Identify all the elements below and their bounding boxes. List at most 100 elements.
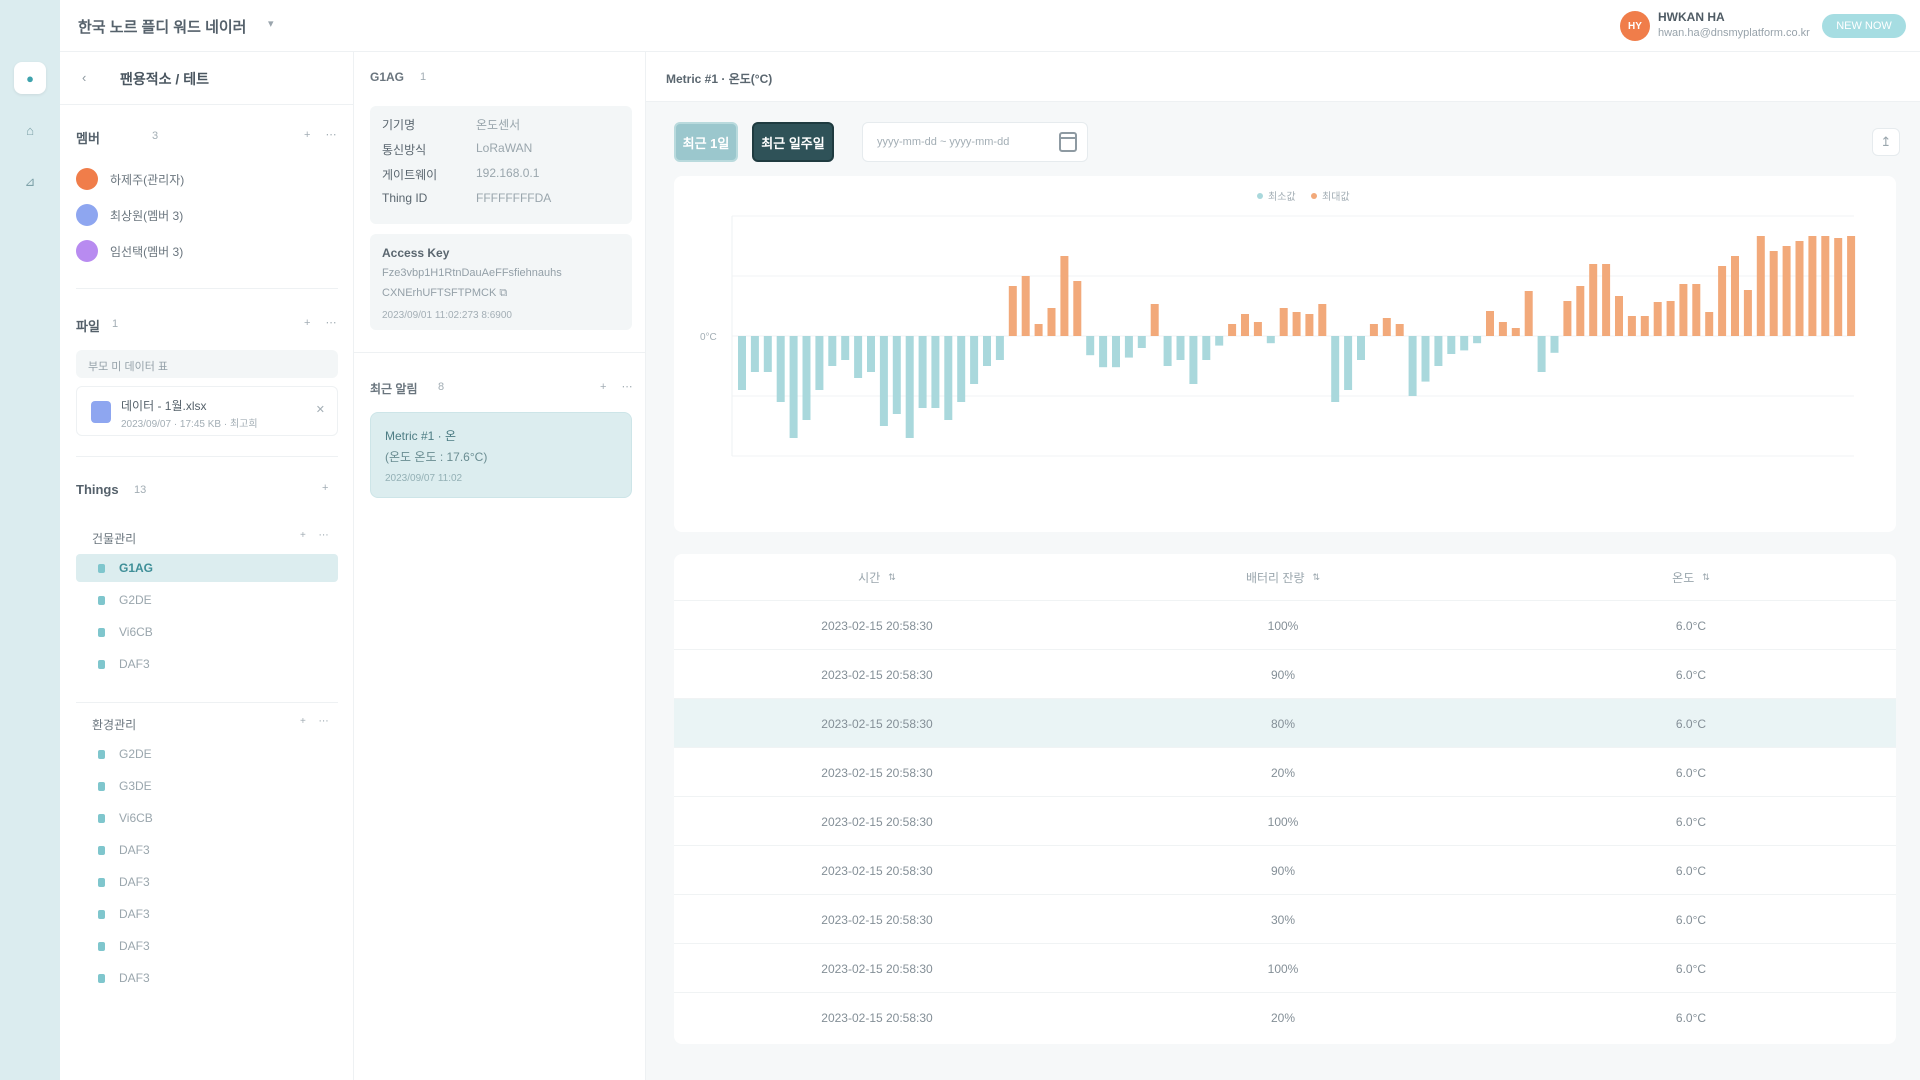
export-button[interactable]: ↥	[1872, 128, 1900, 156]
column-header-temperature[interactable]: 온도 ⇅	[1486, 554, 1896, 600]
chart-bar[interactable]	[828, 336, 837, 366]
chart-bar[interactable]	[1563, 301, 1572, 336]
chart-bar[interactable]	[1705, 312, 1714, 336]
chart-bar[interactable]	[1086, 336, 1095, 356]
filter-recent-week-button[interactable]: 최근 일주일	[752, 122, 834, 162]
chart-bar[interactable]	[1228, 324, 1237, 336]
chart-bar[interactable]	[1060, 256, 1069, 336]
chart-bar[interactable]	[1821, 236, 1830, 336]
chart-bar[interactable]	[802, 336, 811, 420]
chart-bar[interactable]	[931, 336, 940, 408]
filter-recent-day-button[interactable]: 최근 1일	[674, 122, 738, 162]
chart-bar[interactable]	[1253, 322, 1262, 336]
tree-item[interactable]: DAF3	[76, 836, 338, 864]
tree-item[interactable]: DAF3	[76, 932, 338, 960]
back-icon[interactable]: ‹	[82, 70, 86, 85]
tree-item[interactable]: G3DE	[76, 772, 338, 800]
chart-bar[interactable]	[879, 336, 888, 426]
chart-bar[interactable]	[1511, 328, 1520, 336]
chart-bar[interactable]	[763, 336, 772, 372]
tree-item[interactable]: G1AG	[76, 554, 338, 582]
chart-bar[interactable]	[1137, 336, 1146, 348]
table-row[interactable]: 2023-02-15 20:58:30 20% 6.0°C	[674, 747, 1896, 796]
chart-bar[interactable]	[1150, 304, 1159, 336]
tree-item[interactable]: DAF3	[76, 900, 338, 928]
chart-bar[interactable]	[854, 336, 863, 378]
table-row[interactable]: 2023-02-15 20:58:30 100% 6.0°C	[674, 796, 1896, 845]
add-thing-button[interactable]: +	[322, 482, 334, 494]
tree-item[interactable]: DAF3	[76, 868, 338, 896]
chart-bar[interactable]	[1202, 336, 1211, 360]
tree-item[interactable]: Vi6CB	[76, 618, 338, 646]
tree-item[interactable]: DAF3	[76, 650, 338, 678]
chart-bar[interactable]	[1434, 336, 1443, 366]
chart-bar[interactable]	[1769, 251, 1778, 336]
chart-bar[interactable]	[1782, 246, 1791, 336]
chart-bar[interactable]	[1124, 336, 1133, 358]
avatar[interactable]: HY	[1620, 11, 1650, 41]
chart-bar[interactable]	[1176, 336, 1185, 360]
chart-bar[interactable]	[1382, 318, 1391, 336]
table-row[interactable]: 2023-02-15 20:58:30 30% 6.0°C	[674, 894, 1896, 943]
access-key-value[interactable]: Fze3vbp1H1RtnDauAeFFsfiehnauhs	[382, 264, 622, 282]
date-range-picker[interactable]: yyyy-mm-dd ~ yyyy-mm-dd	[862, 122, 1088, 162]
chart-bar[interactable]	[1099, 336, 1108, 368]
chart-bar[interactable]	[867, 336, 875, 372]
chart-bar[interactable]	[1034, 324, 1043, 336]
chart-bar[interactable]	[1795, 241, 1804, 336]
column-header-time[interactable]: 시간 ⇅	[674, 554, 1080, 600]
chart-bar[interactable]	[750, 336, 759, 372]
top-action-button[interactable]: NEW NOW	[1822, 14, 1906, 38]
tree-item[interactable]: G2DE	[76, 586, 338, 614]
thing-group-name[interactable]: 환경관리	[92, 716, 136, 733]
table-row[interactable]: 2023-02-15 20:58:30 100% 6.0°C	[674, 943, 1896, 992]
thing-group-name[interactable]: 건물관리	[92, 530, 136, 547]
tree-item[interactable]: G2DE	[76, 740, 338, 768]
events-tools[interactable]: + ⋯	[600, 380, 638, 393]
chart-bar[interactable]	[1073, 281, 1082, 336]
table-row[interactable]: 2023-02-15 20:58:30 90% 6.0°C	[674, 649, 1896, 698]
tree-item[interactable]: Vi6CB	[76, 804, 338, 832]
delete-icon[interactable]: ✕	[316, 403, 325, 416]
chart-bar[interactable]	[1537, 336, 1546, 372]
event-card[interactable]: Metric #1 · 온 (온도 온도 : 17.6°C) 2023/09/0…	[370, 412, 632, 498]
chart-bar[interactable]	[1215, 336, 1224, 346]
chart-bar[interactable]	[1408, 336, 1417, 396]
chart-bar[interactable]	[1279, 308, 1288, 336]
chart-bar[interactable]	[970, 336, 979, 384]
chart-bar[interactable]	[1163, 336, 1172, 366]
chart-bar[interactable]	[1550, 336, 1559, 353]
member-item[interactable]: 최상원(멤버 3)	[76, 203, 183, 227]
chart-bar[interactable]	[1460, 336, 1469, 351]
member-item[interactable]: 하제주(관리자)	[76, 167, 184, 191]
sort-icon[interactable]: ⇅	[888, 572, 896, 583]
chart-bar[interactable]	[1395, 324, 1404, 336]
chart-bar[interactable]	[776, 336, 785, 402]
column-header-battery[interactable]: 배터리 잔량 ⇅	[1080, 554, 1486, 600]
chart-bar[interactable]	[1112, 336, 1120, 368]
sort-icon[interactable]: ⇅	[1313, 572, 1321, 583]
table-row[interactable]: 2023-02-15 20:58:30 20% 6.0°C	[674, 992, 1896, 1041]
chart-bar[interactable]	[892, 336, 901, 414]
tree-item[interactable]: DAF3	[76, 964, 338, 992]
member-item[interactable]: 임선택(멤버 3)	[76, 239, 183, 263]
chart-bar[interactable]	[841, 336, 850, 360]
chart-bar[interactable]	[1627, 316, 1636, 336]
chart-bar[interactable]	[789, 336, 798, 438]
table-row[interactable]: 2023-02-15 20:58:30 100% 6.0°C	[674, 600, 1896, 649]
user-icon[interactable]: ⌂	[14, 114, 46, 146]
members-tools[interactable]: + ⋯	[304, 128, 342, 141]
chart-bar[interactable]	[918, 336, 927, 408]
file-item[interactable]: 데이터 - 1월.xlsx 2023/09/07 · 17:45 KB · 최고…	[76, 386, 338, 436]
table-row[interactable]: 2023-02-15 20:58:30 80% 6.0°C	[674, 698, 1896, 747]
org-name[interactable]: 한국 노르 플디 워드 네이러	[78, 16, 246, 37]
chart-bar[interactable]	[1318, 304, 1327, 336]
chart-bar[interactable]	[1834, 238, 1843, 336]
group-tools[interactable]: + ⋯	[300, 530, 334, 541]
chart-bar[interactable]	[1021, 276, 1030, 336]
chart-bar[interactable]	[995, 336, 1004, 360]
chart-bar[interactable]	[1640, 316, 1649, 336]
chart-bar[interactable]	[1692, 284, 1701, 336]
chart-bar[interactable]	[1047, 308, 1056, 336]
chart-bar[interactable]	[1524, 291, 1533, 336]
